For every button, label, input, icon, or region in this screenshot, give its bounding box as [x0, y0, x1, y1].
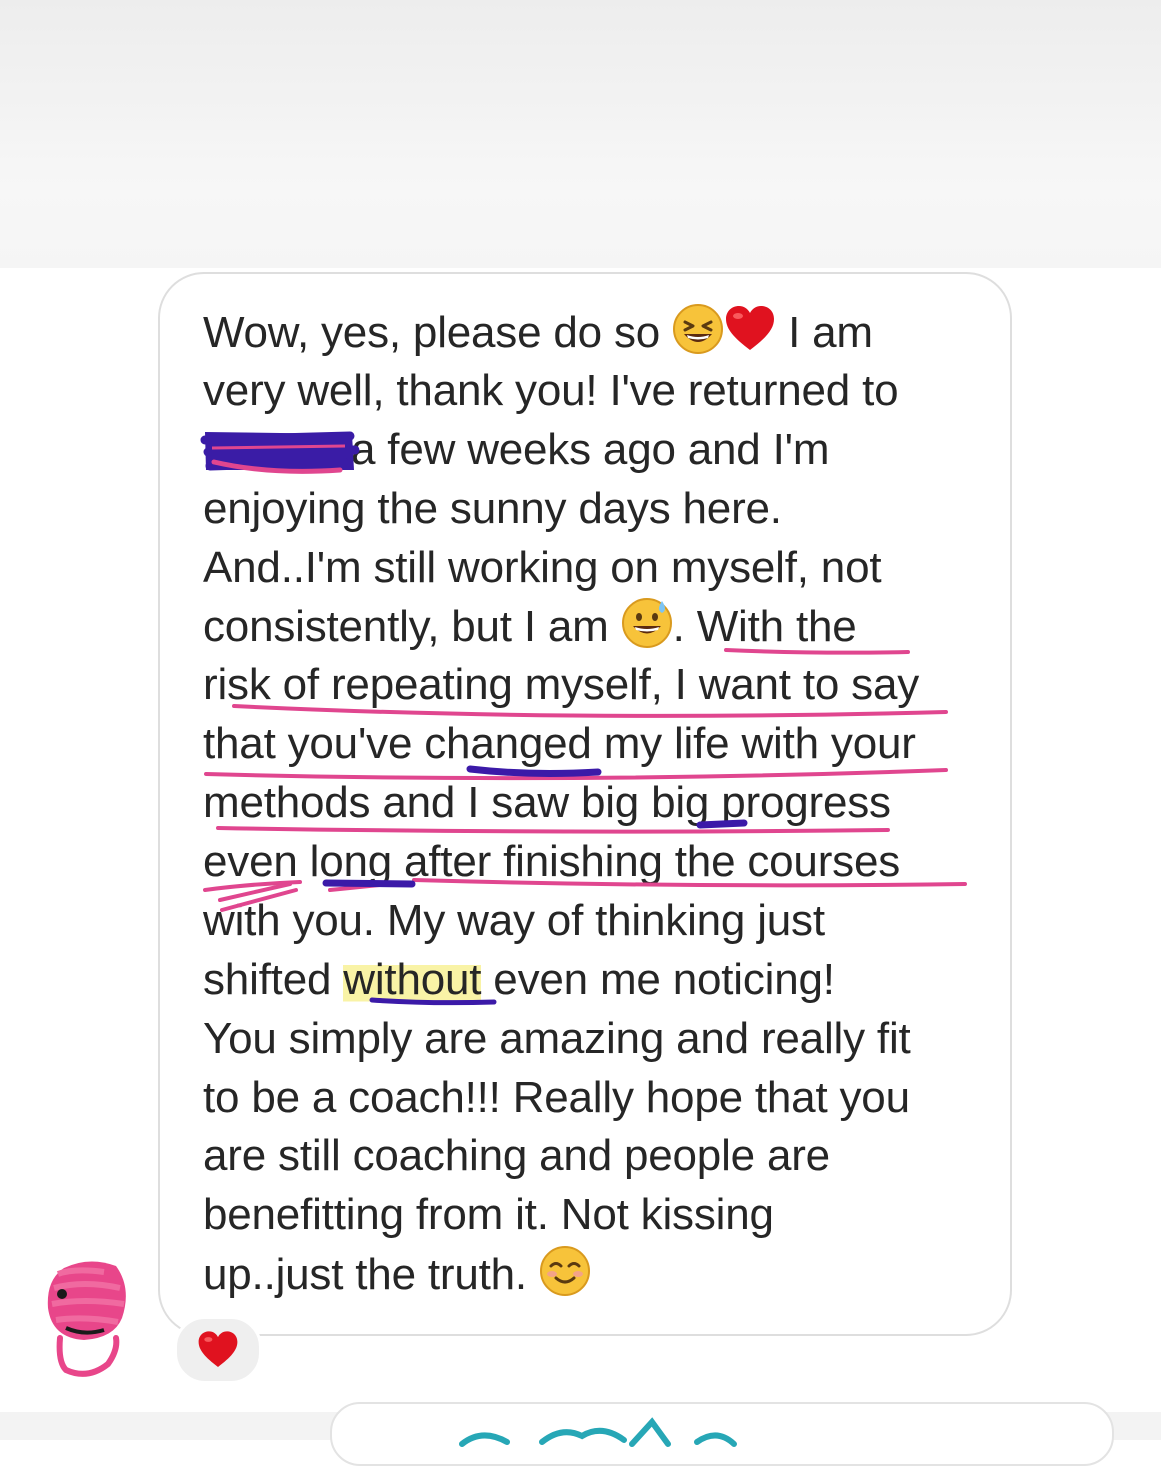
message-line: to be a coach!!! Really hope that you: [203, 1072, 910, 1122]
message-line: are still coaching and people are: [203, 1131, 830, 1181]
message-line: And..I'm still working on myself, not: [203, 542, 882, 592]
message-line: that you've changed my life with your: [203, 719, 916, 769]
grinning-face-with-sweat-icon: [621, 597, 673, 649]
line-text: shifted: [203, 954, 344, 1004]
line-text: a few weeks ago and I'm: [351, 424, 830, 474]
avatar-scribble-icon: [47, 1261, 126, 1377]
message-line: with you. My way of thinking just: [203, 895, 825, 945]
message-text: Wow, yes, please do so I am very well, t…: [203, 303, 993, 1304]
message-line: up..just the truth.: [203, 1245, 993, 1304]
smiling-face-icon: [539, 1245, 591, 1297]
redacted-word: [203, 432, 351, 472]
line-text: even me noticing!: [481, 954, 835, 1004]
next-message-bubble[interactable]: [330, 1402, 1114, 1466]
message-line: benefitting from it. Not kissing: [203, 1190, 774, 1240]
line-text: consistently, but I am: [203, 602, 609, 652]
message-line: You simply are amazing and really fit: [203, 1013, 911, 1063]
grinning-squinting-face-icon: [672, 303, 724, 355]
message-line: a few weeks ago and I'm: [203, 421, 993, 480]
teal-doodle-icon: [459, 1417, 737, 1447]
message-line: Wow, yes, please do so I am: [203, 303, 993, 362]
line-text: . With the: [672, 602, 857, 652]
message-line: enjoying the sunny days here.: [203, 483, 782, 533]
message-line: consistently, but I am . With the: [203, 597, 993, 656]
line-text: up..just the truth.: [203, 1250, 527, 1300]
message-line: risk of repeating myself, I want to say: [203, 660, 920, 710]
line-text: I am: [788, 308, 873, 357]
message-line: very well, thank you! I've returned to: [203, 365, 899, 415]
red-heart-icon: [198, 1331, 238, 1367]
message-line: shifted without even me noticing!: [203, 951, 993, 1010]
red-heart-icon: [724, 303, 776, 355]
reaction-badge[interactable]: [174, 1316, 262, 1384]
message-line: methods and I saw big big progress: [203, 778, 891, 828]
line-text: Wow, yes, please do so: [203, 308, 661, 357]
top-blank-area: [0, 0, 1161, 268]
message-line: even long after finishing the courses: [203, 837, 901, 887]
highlighted-word: without: [343, 954, 482, 1004]
avatar[interactable]: [44, 1258, 130, 1378]
